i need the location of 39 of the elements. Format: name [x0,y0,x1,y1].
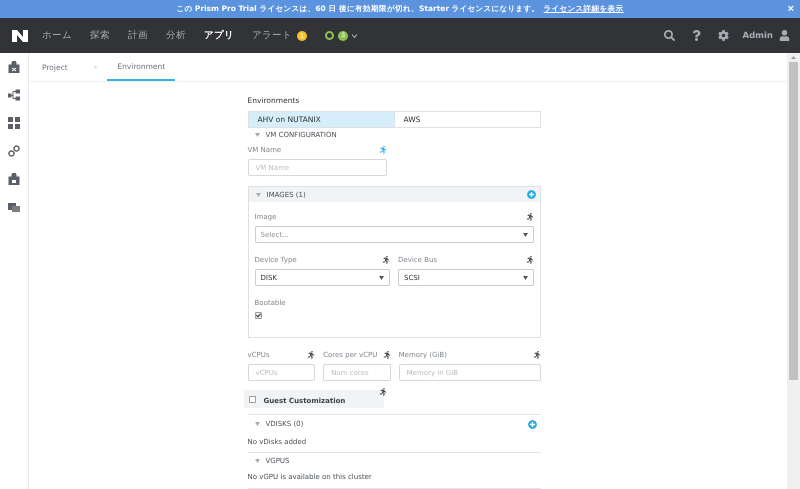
dropdown-arrow-icon [522,276,528,280]
network-icon[interactable] [8,89,20,101]
scrollbar-thumb[interactable] [789,62,798,380]
help-icon[interactable] [690,30,702,41]
nav-tab[interactable]: 探索 [90,29,110,42]
bootable-checkbox[interactable] [254,312,262,320]
scrollbar[interactable] [787,53,800,489]
runner-icon[interactable] [532,351,540,360]
nav-tab[interactable]: ホーム [42,29,72,42]
add-icon[interactable] [528,420,536,429]
grid-icon[interactable] [8,117,20,129]
gears-icon[interactable] [8,145,20,157]
nav-tab[interactable]: 計画 [128,29,148,42]
caret-icon [256,192,260,197]
chevron-icon [352,34,357,38]
user-name[interactable]: Admin [742,30,773,40]
close-button[interactable]: × [788,2,794,16]
caret-icon [254,133,260,138]
dropdown-arrow-icon [522,232,528,237]
runner-icon[interactable] [378,388,386,396]
windows-icon[interactable] [8,201,20,213]
nav-tab[interactable]: 分析 [166,29,186,42]
runner-icon[interactable] [307,351,316,360]
runner-icon[interactable] [526,213,534,222]
dropdown-arrow-icon [379,276,384,280]
guest-customization-checkbox[interactable] [248,396,256,403]
caret-icon [254,422,260,426]
lock-bag-icon[interactable] [8,173,20,185]
settings-icon[interactable] [718,30,728,41]
logo-icon[interactable] [12,30,28,42]
runner-icon[interactable] [382,256,390,264]
nav-tab[interactable]: アプリ [204,29,234,42]
health-ring-icon [325,31,334,40]
caret-icon [254,459,260,464]
user-icon[interactable] [779,30,790,41]
search-icon[interactable] [664,30,674,41]
runner-icon[interactable] [526,256,534,264]
runner-icon[interactable] [382,351,391,360]
bag-icon[interactable] [8,61,20,73]
